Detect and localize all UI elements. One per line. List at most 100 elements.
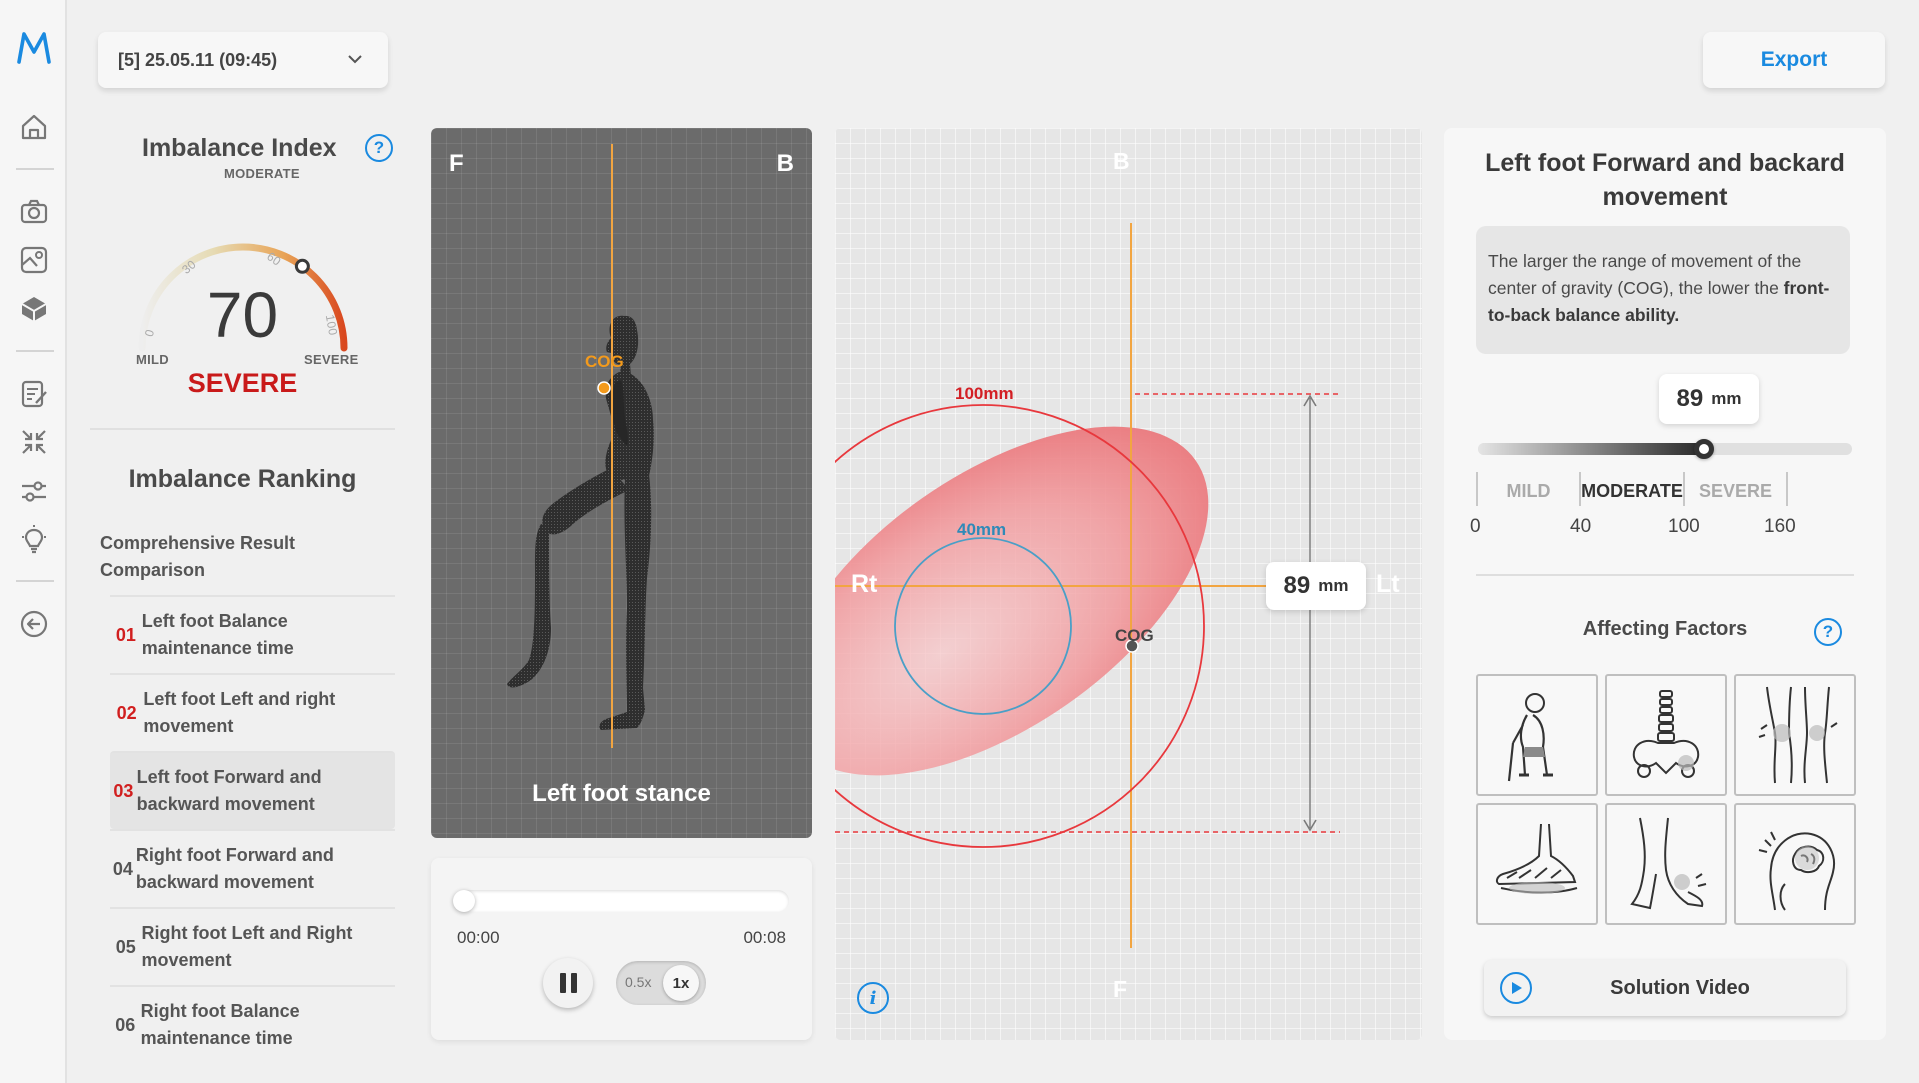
- back-icon[interactable]: [17, 607, 51, 641]
- stance-caption: Left foot stance: [532, 780, 711, 807]
- playback-timeline[interactable]: [453, 890, 789, 912]
- app-logo[interactable]: [16, 30, 52, 66]
- cog-marker: [597, 381, 611, 395]
- solution-video-button[interactable]: Solution Video: [1484, 960, 1846, 1016]
- detail-unit: mm: [1711, 389, 1742, 408]
- description-text: The larger the range of movement of the …: [1488, 251, 1802, 298]
- ankle-pain-icon: [1630, 817, 1707, 910]
- ranking-list: 01 Left foot Balance maintenance time 02…: [110, 595, 395, 1063]
- severity-slider[interactable]: [1478, 439, 1852, 459]
- rank-number: 03: [113, 780, 134, 801]
- detail-value: 89: [1676, 385, 1704, 412]
- segment-moderate: MODERATE: [1581, 480, 1683, 501]
- gauge-label-severe: SEVERE: [304, 352, 359, 367]
- detail-description: The larger the range of movement of the …: [1476, 226, 1850, 354]
- pause-icon: [559, 973, 566, 993]
- timeline-handle[interactable]: [453, 890, 475, 912]
- head-brain-icon: [1758, 831, 1835, 911]
- label-left-side: Lt: [1376, 570, 1400, 598]
- speed-toggle[interactable]: 0.5x 1x: [616, 961, 706, 1005]
- comprehensive-comparison-link[interactable]: Comprehensive Result Comparison: [100, 530, 380, 584]
- cube-icon[interactable]: [17, 292, 51, 326]
- imbalance-value: 70: [206, 279, 279, 351]
- gauge-indicator: [294, 258, 310, 274]
- gallery-icon[interactable]: [17, 243, 51, 277]
- ranking-item[interactable]: 06 Right foot Balance maintenance time: [110, 985, 395, 1063]
- home-icon[interactable]: [17, 110, 51, 144]
- rank-label: Right foot Balance maintenance time: [140, 1001, 300, 1048]
- help-icon[interactable]: ?: [365, 134, 393, 162]
- range-unit: mm: [1318, 576, 1349, 595]
- scale-0: 0: [1470, 516, 1481, 537]
- chevron-down-icon: [346, 50, 364, 73]
- scale-100: 100: [1668, 516, 1700, 537]
- inner-circle-label: 40mm: [957, 520, 1007, 539]
- pause-button[interactable]: [543, 958, 593, 1008]
- elderly-walking-cane-icon: [1507, 693, 1553, 782]
- bulb-icon[interactable]: [17, 523, 51, 557]
- stance-view: F B COG Left foot stance: [431, 128, 812, 838]
- factor-tile[interactable]: [1605, 674, 1727, 796]
- cog-label: COG: [1115, 626, 1154, 645]
- rank-label: Right foot Forward and backward movement: [135, 845, 334, 892]
- session-dropdown[interactable]: [5] 25.05.11 (09:45): [98, 32, 388, 88]
- report-icon[interactable]: [17, 377, 51, 411]
- nav-divider: [16, 168, 54, 170]
- ranking-item-selected[interactable]: 03 Left foot Forward and backward moveme…: [110, 751, 395, 829]
- gauge-label-mild: MILD: [136, 352, 169, 367]
- label-back: B: [1113, 148, 1130, 174]
- divider: [90, 428, 395, 430]
- spine-pelvis-icon: [1632, 690, 1700, 778]
- divider: [1476, 574, 1854, 576]
- factor-tile[interactable]: [1476, 674, 1598, 796]
- range-value-badge: 89 mm: [1266, 562, 1366, 610]
- slider-fill: [1478, 443, 1705, 455]
- nav-divider: [16, 350, 54, 352]
- factor-tile[interactable]: [1734, 674, 1856, 796]
- slider-thumb[interactable]: [1694, 439, 1715, 459]
- ranking-item[interactable]: 04 Right foot Forward and backward movem…: [110, 829, 395, 907]
- factor-tile[interactable]: [1605, 803, 1727, 925]
- rank-label: Left foot Left and right movement: [143, 689, 336, 736]
- speed-slow[interactable]: 0.5x: [625, 974, 651, 990]
- playback-controls: 00:00 00:08 0.5x 1x: [431, 858, 812, 1040]
- factor-tile[interactable]: [1734, 803, 1856, 925]
- rank-number: 02: [116, 702, 137, 723]
- time-start: 00:00: [457, 928, 500, 947]
- compress-icon[interactable]: [17, 425, 51, 459]
- foot-arch-icon: [1495, 823, 1578, 894]
- help-icon[interactable]: ?: [1814, 618, 1842, 646]
- sliders-icon[interactable]: [17, 474, 51, 508]
- rank-number: 06: [115, 1014, 136, 1035]
- detail-title: Left foot Forward and backard movement: [1485, 149, 1845, 211]
- time-end: 00:08: [743, 928, 786, 947]
- play-icon: [1500, 972, 1532, 1004]
- imbalance-level: SEVERE: [187, 368, 298, 398]
- info-icon[interactable]: i: [857, 982, 889, 1014]
- rank-number: 05: [115, 936, 136, 957]
- imbalance-index-title: Imbalance Index: [142, 134, 337, 162]
- detail-panel: Left foot Forward and backard movement T…: [1444, 128, 1886, 1040]
- gauge-label-moderate: MODERATE: [224, 166, 300, 181]
- ranking-item[interactable]: 01 Left foot Balance maintenance time: [110, 595, 395, 673]
- scale-160: 160: [1764, 516, 1796, 537]
- cog-label: COG: [585, 352, 624, 371]
- ranking-item[interactable]: 02 Left foot Left and right movement: [110, 673, 395, 751]
- export-button[interactable]: Export: [1703, 32, 1885, 88]
- segment-divider: [1786, 472, 1788, 506]
- camera-icon[interactable]: [17, 195, 51, 229]
- session-label: [5] 25.05.11 (09:45): [118, 49, 278, 70]
- scale-40: 40: [1570, 516, 1592, 537]
- side-nav: [0, 0, 67, 1083]
- ranking-item[interactable]: 05 Right foot Left and Right movement: [110, 907, 395, 985]
- ranking-title: Imbalance Ranking: [128, 465, 357, 493]
- segment-mild: MILD: [1506, 480, 1551, 501]
- range-value: 89: [1283, 572, 1311, 599]
- speed-normal[interactable]: 1x: [663, 965, 699, 1001]
- rank-number: 01: [115, 624, 136, 645]
- factor-tile[interactable]: [1476, 803, 1598, 925]
- rank-number: 04: [112, 858, 133, 879]
- rank-label: Right foot Left and Right movement: [141, 923, 353, 970]
- label-right-side: Rt: [851, 570, 878, 598]
- affecting-factors-grid: [1476, 674, 1856, 925]
